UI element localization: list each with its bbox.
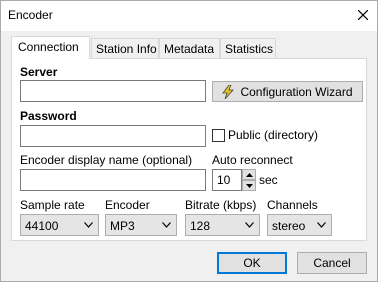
display-name-input[interactable] bbox=[20, 169, 206, 191]
close-icon bbox=[358, 10, 368, 20]
channels-value: stereo bbox=[272, 219, 306, 233]
connection-panel: Server Configuration Wizard Password Pub… bbox=[11, 58, 367, 241]
chevron-down-icon bbox=[245, 222, 254, 228]
encoder-dialog: Encoder Station Info Metadata Statistics… bbox=[0, 0, 378, 282]
channels-select[interactable]: stereo bbox=[267, 214, 332, 236]
encoder-label: Encoder bbox=[105, 198, 150, 212]
ok-button[interactable]: OK bbox=[217, 252, 287, 274]
auto-reconnect-input[interactable]: 10 bbox=[212, 169, 242, 191]
chevron-up-icon bbox=[245, 172, 253, 177]
lightning-icon bbox=[222, 84, 235, 99]
tab-statistics[interactable]: Statistics bbox=[220, 38, 276, 58]
channels-label: Channels bbox=[267, 198, 318, 212]
button-label: Cancel bbox=[313, 256, 351, 270]
sample-rate-value: 44100 bbox=[25, 219, 59, 233]
chevron-down-icon bbox=[245, 183, 253, 188]
public-checkbox[interactable] bbox=[212, 129, 225, 142]
close-button[interactable] bbox=[349, 1, 377, 29]
bitrate-select[interactable]: 128 bbox=[185, 214, 260, 236]
encoder-value: MP3 bbox=[110, 219, 135, 233]
spin-up-button[interactable] bbox=[242, 169, 256, 180]
cancel-button[interactable]: Cancel bbox=[297, 252, 367, 274]
chevron-down-icon bbox=[317, 222, 326, 228]
button-label: Configuration Wizard bbox=[240, 84, 353, 99]
auto-reconnect-value: 10 bbox=[217, 173, 231, 187]
sample-rate-select[interactable]: 44100 bbox=[20, 214, 99, 236]
server-input[interactable] bbox=[20, 80, 206, 102]
chevron-down-icon bbox=[162, 222, 171, 228]
tab-station-info[interactable]: Station Info bbox=[91, 38, 159, 58]
auto-reconnect-label: Auto reconnect bbox=[212, 153, 293, 167]
tab-label: Station Info bbox=[96, 42, 157, 56]
encoder-select[interactable]: MP3 bbox=[105, 214, 177, 236]
password-input[interactable] bbox=[20, 125, 206, 147]
chevron-down-icon bbox=[84, 222, 93, 228]
button-label: OK bbox=[243, 256, 261, 270]
tab-connection[interactable]: Connection bbox=[11, 36, 90, 59]
dialog-body: Station Info Metadata Statistics Connect… bbox=[1, 31, 377, 281]
bitrate-value: 128 bbox=[190, 219, 211, 233]
tab-label: Statistics bbox=[225, 42, 274, 56]
password-label: Password bbox=[20, 109, 77, 123]
title-bar: Encoder bbox=[1, 1, 377, 31]
public-label: Public (directory) bbox=[228, 128, 319, 142]
display-name-label: Encoder display name (optional) bbox=[20, 153, 193, 167]
sample-rate-label: Sample rate bbox=[20, 198, 85, 212]
seconds-unit-label: sec bbox=[259, 173, 278, 187]
window-title: Encoder bbox=[8, 8, 53, 22]
tab-label: Metadata bbox=[164, 42, 215, 56]
auto-reconnect-spinner bbox=[242, 169, 256, 191]
server-label: Server bbox=[20, 65, 58, 79]
tab-metadata[interactable]: Metadata bbox=[159, 38, 220, 58]
bitrate-label: Bitrate (kbps) bbox=[185, 198, 257, 212]
spin-down-button[interactable] bbox=[242, 180, 256, 191]
tab-label: Connection bbox=[18, 40, 79, 54]
configuration-wizard-button[interactable]: Configuration Wizard bbox=[212, 81, 363, 102]
